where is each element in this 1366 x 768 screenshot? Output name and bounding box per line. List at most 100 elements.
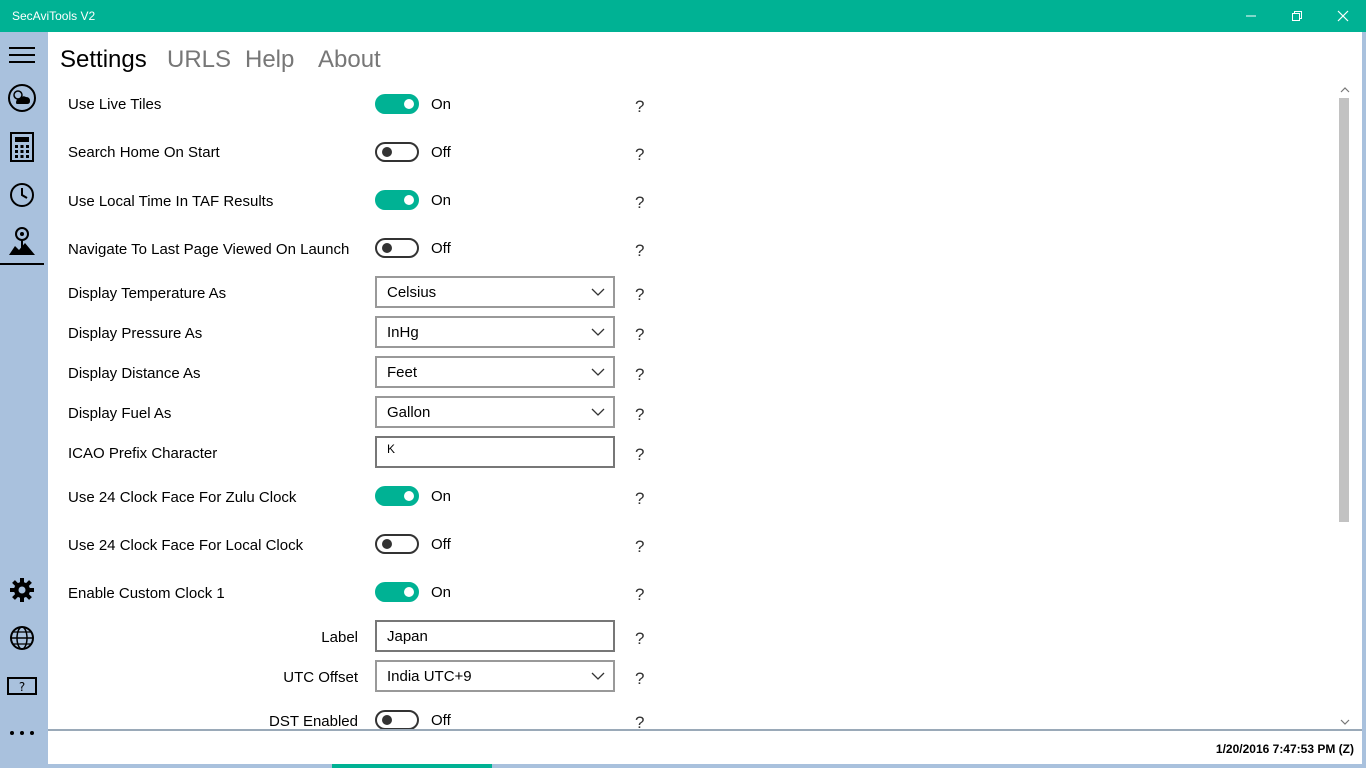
- restore-icon: [1292, 11, 1302, 21]
- chevron-down-icon: [591, 368, 605, 376]
- custom-clock1-help[interactable]: ?: [635, 585, 644, 605]
- globe-icon: [10, 626, 34, 650]
- fuel-help[interactable]: ?: [635, 405, 644, 425]
- icao-label: ICAO Prefix Character: [68, 445, 218, 462]
- scrollbar-thumb[interactable]: [1339, 98, 1349, 522]
- nav-more-button[interactable]: [0, 710, 44, 756]
- tab-about[interactable]: About: [318, 46, 381, 74]
- tab-urls[interactable]: URLS: [167, 46, 231, 74]
- distance-select[interactable]: Feet: [375, 356, 615, 388]
- search-home-label: Search Home On Start: [68, 144, 220, 161]
- status-clock: 1/20/2016 7:47:53 PM (Z): [1215, 742, 1354, 756]
- local-24-toggle[interactable]: [375, 534, 419, 554]
- distance-label: Display Distance As: [68, 365, 201, 382]
- zulu-24-help[interactable]: ?: [635, 489, 644, 509]
- custom-clock1-label: Enable Custom Clock 1: [68, 585, 225, 602]
- frame-bottom: [44, 764, 1366, 768]
- utc-offset-label: UTC Offset: [283, 669, 358, 686]
- minimize-icon: [1246, 15, 1256, 17]
- temperature-help[interactable]: ?: [635, 285, 644, 305]
- clock-label-value: Japan: [387, 628, 428, 645]
- zulu-24-state: On: [431, 488, 452, 505]
- gear-icon: [10, 578, 34, 602]
- weather-icon: [8, 84, 36, 112]
- more-icon: [10, 731, 34, 735]
- title-bar: SecAviTools V2: [0, 0, 1366, 32]
- chevron-down-icon: [591, 672, 605, 680]
- navigate-last-state: Off: [431, 240, 451, 257]
- nav-help-button[interactable]: ?: [0, 663, 44, 709]
- hamburger-menu-button[interactable]: [0, 32, 44, 78]
- calculator-icon: [10, 132, 34, 162]
- pressure-value: InHg: [387, 324, 419, 341]
- dst-state: Off: [431, 712, 451, 729]
- minimize-button[interactable]: [1228, 0, 1274, 32]
- hamburger-icon: [9, 47, 35, 63]
- clock-icon: [10, 183, 34, 207]
- tab-help[interactable]: Help: [245, 46, 294, 74]
- distance-value: Feet: [387, 364, 418, 381]
- close-button[interactable]: [1320, 0, 1366, 32]
- status-bar: 1/20/2016 7:47:53 PM (Z): [48, 731, 1362, 764]
- use-live-tiles-state: On: [431, 96, 452, 113]
- navigate-last-toggle[interactable]: [375, 238, 419, 258]
- nav-web-button[interactable]: [0, 615, 44, 661]
- utc-offset-select[interactable]: India UTC+9: [375, 660, 615, 692]
- restore-button[interactable]: [1274, 0, 1320, 32]
- search-home-state: Off: [431, 144, 451, 161]
- close-icon: [1337, 10, 1349, 22]
- local-time-taf-help[interactable]: ?: [635, 193, 644, 213]
- clock-label-input[interactable]: Japan: [375, 620, 615, 652]
- local-time-taf-toggle[interactable]: [375, 190, 419, 210]
- help-box-icon: ?: [7, 677, 37, 695]
- zulu-24-toggle[interactable]: [375, 486, 419, 506]
- nav-calculator-button[interactable]: [0, 124, 44, 170]
- icao-input[interactable]: K: [375, 436, 615, 468]
- tab-settings[interactable]: Settings: [60, 46, 147, 74]
- fuel-select[interactable]: Gallon: [375, 396, 615, 428]
- custom-clock1-state: On: [431, 584, 452, 601]
- use-live-tiles-label: Use Live Tiles: [68, 96, 162, 113]
- chevron-down-icon: [591, 328, 605, 336]
- search-home-help[interactable]: ?: [635, 145, 644, 165]
- fuel-value: Gallon: [387, 404, 431, 421]
- fuel-label: Display Fuel As: [68, 405, 172, 422]
- frame-left: [44, 32, 48, 768]
- nav-settings-button[interactable]: [0, 567, 44, 613]
- utc-offset-help[interactable]: ?: [635, 669, 644, 689]
- clock-label-help[interactable]: ?: [635, 629, 644, 649]
- search-home-toggle[interactable]: [375, 142, 419, 162]
- map-pin-icon: [9, 227, 35, 255]
- distance-help[interactable]: ?: [635, 365, 644, 385]
- use-live-tiles-help[interactable]: ?: [635, 97, 644, 117]
- utc-offset-value: India UTC+9: [387, 668, 472, 685]
- pressure-select[interactable]: InHg: [375, 316, 615, 348]
- scroll-up-arrow-icon[interactable]: [1340, 86, 1350, 94]
- local-24-help[interactable]: ?: [635, 537, 644, 557]
- nav-weather-button[interactable]: [0, 75, 44, 121]
- pressure-help[interactable]: ?: [635, 325, 644, 345]
- nav-pane: ?: [0, 32, 44, 768]
- local-time-taf-state: On: [431, 192, 452, 209]
- icao-value: K: [387, 442, 396, 456]
- temperature-label: Display Temperature As: [68, 285, 227, 302]
- local-24-label: Use 24 Clock Face For Local Clock: [68, 537, 304, 554]
- dst-toggle[interactable]: [375, 710, 419, 730]
- dst-label: DST Enabled: [269, 713, 358, 730]
- clock-label-label: Label: [321, 629, 358, 646]
- temperature-select[interactable]: Celsius: [375, 276, 615, 308]
- use-live-tiles-toggle[interactable]: [375, 94, 419, 114]
- chevron-down-icon: [591, 288, 605, 296]
- scroll-down-arrow-icon[interactable]: [1340, 718, 1350, 726]
- chevron-down-icon: [591, 408, 605, 416]
- nav-map-button[interactable]: [0, 219, 44, 265]
- svg-text:?: ?: [19, 680, 25, 694]
- navigate-last-help[interactable]: ?: [635, 241, 644, 261]
- local-time-taf-label: Use Local Time In TAF Results: [68, 193, 274, 210]
- nav-clock-button[interactable]: [0, 172, 44, 218]
- custom-clock1-toggle[interactable]: [375, 582, 419, 602]
- icao-help[interactable]: ?: [635, 445, 644, 465]
- temperature-value: Celsius: [387, 284, 437, 301]
- accent-strip: [332, 764, 492, 768]
- frame-right: [1362, 32, 1366, 768]
